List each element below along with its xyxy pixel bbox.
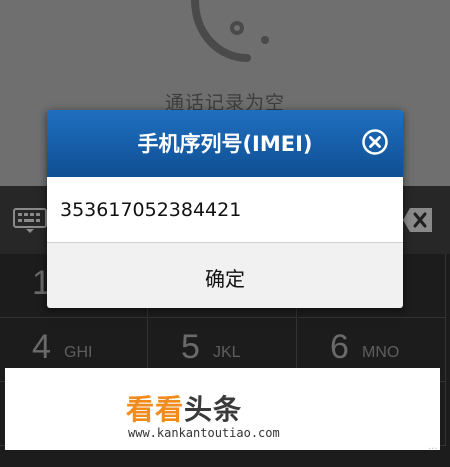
watermark-brand: 看看头条 (126, 388, 242, 428)
dialog-title: 手机序列号(IMEI) (137, 132, 313, 156)
empty-call-log-icon (191, 0, 269, 62)
imei-value: 353617052384421 (60, 199, 242, 221)
close-icon[interactable] (361, 128, 389, 156)
key-digit: 6 (330, 328, 349, 366)
key-letters: MNO (362, 344, 400, 361)
phone-screen: 通话记录为空 1 4 GHI 5 JKL 6 MNO 手机序列号(IMEI) 3… (0, 0, 450, 467)
dialog-header: 手机序列号(IMEI) (47, 110, 403, 177)
dialog-body: 353617052384421 (47, 177, 403, 242)
key-letters: JKL (213, 344, 241, 361)
imei-dialog: 手机序列号(IMEI) 353617052384421 确定 (47, 110, 403, 308)
key-digit: 5 (181, 328, 200, 366)
keyboard-icon[interactable] (12, 206, 48, 234)
watermark-corner-mark: ... (428, 441, 438, 452)
watermark-url: www.kankantoutiao.com (128, 426, 280, 440)
watermark-brand-orange: 看看 (126, 393, 185, 426)
key-digit: 4 (32, 328, 51, 366)
ok-button[interactable]: 确定 (47, 243, 403, 308)
backspace-icon[interactable] (402, 206, 434, 234)
watermark-banner: 看看头条 www.kankantoutiao.com (5, 368, 440, 450)
ok-button-label: 确定 (205, 267, 245, 291)
key-letters: GHI (64, 344, 93, 361)
watermark-brand-dark: 头条 (184, 393, 243, 426)
